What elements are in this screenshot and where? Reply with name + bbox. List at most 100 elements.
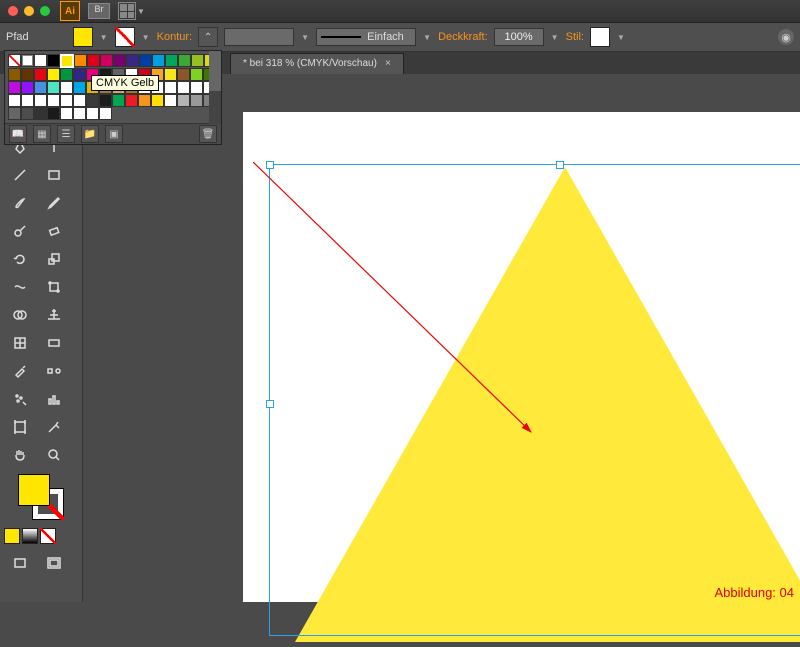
- swatch[interactable]: [60, 94, 73, 107]
- swatch[interactable]: [60, 68, 73, 81]
- swatch[interactable]: [86, 107, 99, 120]
- swatch[interactable]: [73, 107, 86, 120]
- rectangle-tool[interactable]: [38, 162, 70, 188]
- swatch[interactable]: [47, 54, 60, 67]
- swatch[interactable]: [34, 107, 47, 120]
- swatch[interactable]: [177, 94, 190, 107]
- pencil-tool[interactable]: [38, 190, 70, 216]
- swatch[interactable]: [34, 54, 47, 67]
- swatch[interactable]: [126, 54, 139, 67]
- zoom-tool[interactable]: [38, 442, 70, 468]
- chevron-down-icon[interactable]: ▼: [422, 30, 432, 44]
- change-screen-mode[interactable]: [38, 550, 70, 576]
- close-dot[interactable]: [8, 6, 18, 16]
- column-graph-tool[interactable]: [38, 386, 70, 412]
- scroll-thumb[interactable]: [209, 51, 221, 91]
- swatch[interactable]: [100, 54, 113, 67]
- resize-handle[interactable]: [266, 400, 274, 408]
- swatch[interactable]: [190, 81, 203, 94]
- swatch[interactable]: [60, 81, 73, 94]
- swatch[interactable]: [60, 107, 73, 120]
- blob-brush-tool[interactable]: [4, 218, 36, 244]
- swatch[interactable]: [164, 81, 177, 94]
- opacity-input[interactable]: 100%: [494, 28, 544, 46]
- canvas-area[interactable]: Abbildung: 04: [83, 74, 800, 602]
- rotate-tool[interactable]: [4, 246, 36, 272]
- swatch[interactable]: [178, 54, 191, 67]
- swatch-options-icon[interactable]: ☰: [57, 125, 75, 143]
- swatch[interactable]: [47, 107, 60, 120]
- swatch[interactable]: [190, 68, 203, 81]
- stroke-weight-select[interactable]: [224, 28, 294, 46]
- swatch[interactable]: [8, 81, 21, 94]
- swatch[interactable]: [8, 107, 21, 120]
- width-tool[interactable]: [4, 274, 36, 300]
- swatch[interactable]: [47, 94, 60, 107]
- scale-tool[interactable]: [38, 246, 70, 272]
- swatch[interactable]: [99, 94, 112, 107]
- hand-tool[interactable]: [4, 442, 36, 468]
- minimize-dot[interactable]: [24, 6, 34, 16]
- fill-swatch[interactable]: [73, 27, 93, 47]
- swatch[interactable]: [113, 54, 126, 67]
- color-mode-gradient[interactable]: [22, 528, 38, 544]
- symbol-sprayer-tool[interactable]: [4, 386, 36, 412]
- swatch[interactable]: [21, 81, 34, 94]
- swatch[interactable]: [34, 68, 47, 81]
- stroke-profile-select[interactable]: Einfach: [316, 28, 416, 46]
- gradient-tool[interactable]: [38, 330, 70, 356]
- swatch[interactable]: [177, 68, 190, 81]
- swatch[interactable]: [139, 54, 152, 67]
- swatch[interactable]: [191, 54, 204, 67]
- chevron-down-icon[interactable]: ▼: [99, 30, 109, 44]
- swatch[interactable]: [21, 107, 34, 120]
- swatch[interactable]: [190, 94, 203, 107]
- swatch[interactable]: [165, 54, 178, 67]
- fill-stroke-indicator[interactable]: [18, 474, 64, 520]
- swatch[interactable]: [99, 107, 112, 120]
- arrange-documents-icon[interactable]: [118, 2, 136, 20]
- chevron-down-icon[interactable]: ▼: [141, 30, 151, 44]
- chevron-down-icon[interactable]: ▼: [300, 30, 310, 44]
- swatch[interactable]: [112, 94, 125, 107]
- zoom-dot[interactable]: [40, 6, 50, 16]
- swatch[interactable]: [151, 94, 164, 107]
- swatch[interactable]: [47, 68, 60, 81]
- line-tool[interactable]: [4, 162, 36, 188]
- swatch[interactable]: [164, 68, 177, 81]
- new-group-icon[interactable]: 📁: [81, 125, 99, 143]
- chevron-down-icon[interactable]: ▼: [616, 30, 626, 44]
- swatch[interactable]: [8, 54, 21, 67]
- swatch-libraries-icon[interactable]: 📖: [9, 125, 27, 143]
- free-transform-tool[interactable]: [38, 274, 70, 300]
- artboard-tool[interactable]: [4, 414, 36, 440]
- color-mode-none[interactable]: [40, 528, 56, 544]
- color-mode-solid[interactable]: [4, 528, 20, 544]
- document-tab[interactable]: * bei 318 % (CMYK/Vorschau) ×: [230, 53, 404, 74]
- fill-box[interactable]: [18, 474, 50, 506]
- graphic-style-swatch[interactable]: [590, 27, 610, 47]
- chevron-down-icon[interactable]: ▼: [136, 4, 146, 18]
- swatch[interactable]: [60, 54, 74, 68]
- swatch[interactable]: [87, 54, 100, 67]
- swatch[interactable]: [21, 54, 34, 67]
- bridge-button[interactable]: Br: [88, 3, 110, 19]
- swatch[interactable]: [86, 94, 99, 107]
- stroke-weight-decrement[interactable]: ⌃: [198, 27, 218, 47]
- swatch[interactable]: [73, 81, 86, 94]
- paintbrush-tool[interactable]: [4, 190, 36, 216]
- resize-handle[interactable]: [556, 161, 564, 169]
- eyedropper-tool[interactable]: [4, 358, 36, 384]
- swatch[interactable]: [152, 54, 165, 67]
- swatch[interactable]: [8, 94, 21, 107]
- scrollbar[interactable]: [209, 51, 221, 124]
- swatch[interactable]: [138, 94, 151, 107]
- mesh-tool[interactable]: [4, 330, 36, 356]
- settings-icon[interactable]: ◉: [778, 29, 794, 45]
- perspective-grid-tool[interactable]: [38, 302, 70, 328]
- chevron-down-icon[interactable]: ▼: [550, 30, 560, 44]
- swatch[interactable]: [177, 81, 190, 94]
- resize-handle[interactable]: [266, 161, 274, 169]
- swatch[interactable]: [125, 94, 138, 107]
- swatch[interactable]: [73, 68, 86, 81]
